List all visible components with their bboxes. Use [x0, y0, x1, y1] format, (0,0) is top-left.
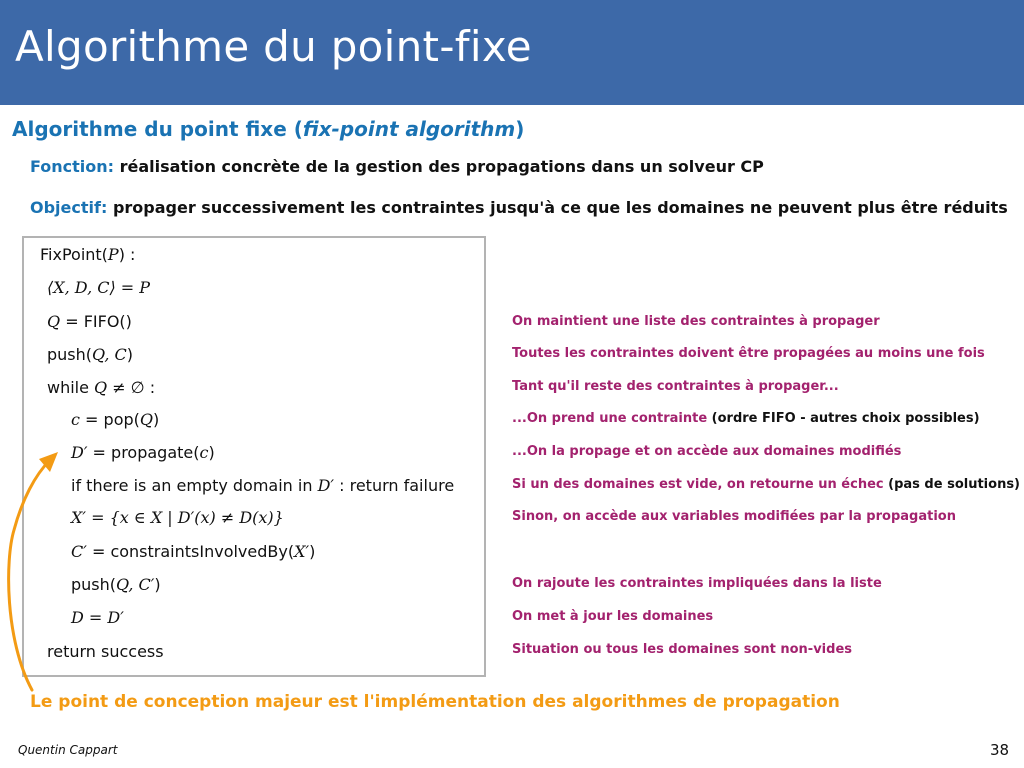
code-text: ≠ ∅ :: [107, 378, 156, 397]
code-math: Q, C′: [116, 575, 155, 594]
code-line-5: while Q ≠ ∅ :: [47, 378, 155, 397]
code-line-7: D′ = propagate(c): [71, 443, 215, 462]
code-math: C′: [71, 542, 87, 561]
comment-6: Si un des domaines est vide, on retourne…: [512, 477, 1020, 492]
heading-main: Algorithme du point fixe (: [12, 117, 303, 141]
code-text: = constraintsInvolvedBy(: [86, 542, 295, 561]
comment-9: On met à jour les domaines: [512, 609, 714, 624]
code-math: Q: [94, 378, 108, 397]
code-line-8: if there is an empty domain in D′ : retu…: [71, 476, 454, 495]
title-bar: Algorithme du point-fixe: [0, 0, 1024, 105]
code-math: P: [107, 245, 119, 264]
code-math: c: [71, 410, 80, 429]
objective-text: propager successivement les contraintes …: [107, 198, 1008, 217]
code-line-12: D = D′: [71, 608, 124, 627]
comment-note: (pas de solutions): [883, 477, 1020, 492]
code-text: FixPoint(: [40, 245, 108, 264]
comment-1: On maintient une liste des contraintes à…: [512, 314, 880, 329]
conclusion-text: Le point de conception majeur est l'impl…: [30, 692, 840, 712]
code-text: while: [47, 378, 95, 397]
function-key: Fonction:: [30, 157, 115, 176]
code-math: Q, C: [92, 345, 127, 364]
code-line-10: C′ = constraintsInvolvedBy(X′): [71, 542, 315, 561]
slide-title: Algorithme du point-fixe: [15, 22, 532, 71]
code-text: = propagate(: [87, 443, 200, 462]
function-line: Fonction: réalisation concrète de la ges…: [30, 157, 764, 176]
code-math: D′: [317, 476, 335, 495]
comment-note: (ordre FIFO - autres choix possibles): [707, 411, 980, 426]
comment-3: Tant qu'il reste des contraintes à propa…: [512, 379, 839, 394]
code-text: = FIFO(): [60, 312, 132, 331]
objective-key: Objectif:: [30, 198, 108, 217]
code-line-4: push(Q, C): [47, 345, 133, 364]
section-heading: Algorithme du point fixe (fix-point algo…: [12, 117, 524, 141]
comment-2: Toutes les contraintes doivent être prop…: [512, 346, 985, 361]
code-line-6: c = pop(Q): [71, 410, 159, 429]
code-text: ): [154, 575, 161, 594]
code-math: D = D′: [71, 608, 124, 627]
code-math: Q: [139, 410, 154, 429]
code-text: push(: [47, 345, 93, 364]
code-text: ): [208, 443, 215, 462]
code-line-9: X′ = {x ∈ X | D′(x) ≠ D(x)}: [71, 508, 284, 527]
code-text: return success: [47, 642, 164, 661]
code-math: Q: [47, 312, 61, 331]
code-line-3: Q = FIFO(): [47, 312, 132, 331]
code-math: X′ = {x ∈ X | D′(x) ≠ D(x)}: [71, 508, 284, 527]
comment-5: ...On la propage et on accède aux domain…: [512, 444, 902, 459]
footer-author: Quentin Cappart: [18, 743, 118, 757]
comment-7: Sinon, on accède aux variables modifiées…: [512, 509, 956, 524]
comment-4: ...On prend une contrainte (ordre FIFO -…: [512, 411, 980, 426]
code-line-13: return success: [47, 642, 164, 661]
code-text: push(: [71, 575, 117, 594]
code-line-1: FixPoint(P) :: [40, 245, 135, 264]
code-text: ): [309, 542, 316, 561]
code-text: if there is an empty domain in: [71, 476, 318, 495]
heading-italic: fix-point algorithm: [302, 117, 516, 141]
code-text: ) :: [118, 245, 136, 264]
page-number: 38: [990, 741, 1010, 759]
objective-line: Objectif: propager successivement les co…: [30, 198, 1008, 217]
comment-text: ...On prend une contrainte: [512, 411, 708, 426]
code-math: D′: [71, 443, 88, 462]
code-math: ⟨X, D, C⟩ = P: [47, 278, 151, 297]
code-line-11: push(Q, C′): [71, 575, 161, 594]
code-text: ): [153, 410, 160, 429]
code-line-2: ⟨X, D, C⟩ = P: [47, 278, 150, 297]
code-text: : return failure: [334, 476, 455, 495]
comment-text: Si un des domaines est vide, on retourne…: [512, 477, 884, 492]
comment-10: Situation ou tous les domaines sont non-…: [512, 642, 852, 657]
code-text: ): [126, 345, 133, 364]
code-math: X′: [294, 542, 310, 561]
code-text: = pop(: [79, 410, 140, 429]
heading-close: ): [515, 117, 525, 141]
comment-8: On rajoute les contraintes impliquées da…: [512, 576, 882, 591]
function-text: réalisation concrète de la gestion des p…: [114, 157, 764, 176]
